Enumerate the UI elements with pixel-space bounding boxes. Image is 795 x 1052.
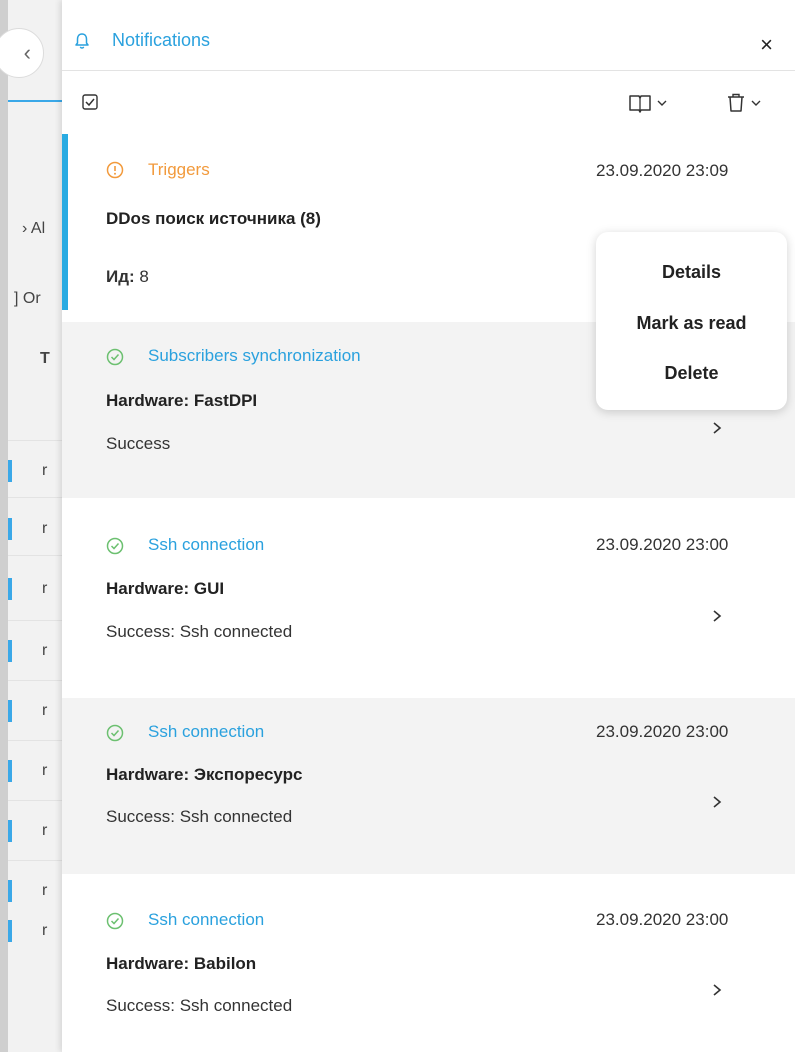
details-menu-item[interactable]: Details [596,262,787,283]
notification-category: Ssh connection [148,722,265,741]
background-row-text: r [42,462,48,479]
close-button[interactable]: × [760,34,773,56]
panel-header: Notifications × [62,0,795,72]
notification-title: Hardware: GUI [106,579,225,598]
delete-menu-button[interactable] [726,92,770,114]
notification-id: Ид: 8 [106,267,149,287]
back-button[interactable]: ‹ [0,28,44,78]
background-row-divider [8,680,62,681]
notifications-panel: Notifications × Triggers 23.09.2020 23:0… [62,0,795,1052]
background-row-text: r [42,882,48,899]
notification-item[interactable]: Ssh connection 23.09.2020 23:00 Hardware… [62,874,795,1052]
notification-category: Ssh connection [148,535,265,554]
book-icon [629,95,651,113]
notification-description: Success: Ssh connected [106,622,293,641]
selected-indicator [62,134,68,310]
check-circle-icon [106,912,124,930]
check-circle-icon [106,348,124,366]
check-circle-icon [106,724,124,742]
background-row-text: r [42,520,48,537]
notification-timestamp: 23.09.2020 23:00 [596,535,729,554]
background-row-marker [8,920,12,942]
background-text-fragment: › Al [22,220,46,237]
background-row-divider [8,440,62,441]
background-row-text: r [42,922,48,939]
background-row-divider [8,620,62,621]
background-row-text: r [42,762,48,779]
background-row-marker [8,518,12,540]
background-row-text: r [42,702,48,719]
background-app: ‹ › Al ] Or T r r r r r r r r r [0,0,62,1052]
background-row-marker [8,640,12,662]
notification-timestamp: 23.09.2020 23:00 [596,910,729,929]
background-row-divider [8,740,62,741]
id-value: 8 [139,267,149,286]
background-column-header: T [40,350,50,367]
background-row-text: r [42,642,48,659]
notification-item[interactable]: Ssh connection 23.09.2020 23:00 Hardware… [62,698,795,874]
panel-title: Notifications [112,30,211,50]
notification-timestamp: 23.09.2020 23:00 [596,722,729,741]
background-text-fragment: ] Or [14,290,41,307]
background-sidebar-strip [0,0,8,1052]
background-row-marker [8,700,12,722]
notification-description: Success: Ssh connected [106,807,293,826]
chevron-right-icon[interactable] [710,794,724,810]
notifications-toolbar [62,72,795,134]
warning-circle-icon [106,161,124,179]
notification-description: Success: Ssh connected [106,996,293,1015]
background-row-divider [8,800,62,801]
chevron-left-icon: ‹ [23,40,31,65]
notification-category: Triggers [148,160,210,179]
trash-icon [728,93,744,112]
background-row-text: r [42,580,48,597]
background-row-marker [8,880,12,902]
background-row-divider [8,860,62,861]
delete-menu-item[interactable]: Delete [596,363,787,384]
background-row-text: r [42,822,48,839]
chevron-right-icon[interactable] [710,608,724,624]
notification-category: Ssh connection [148,910,265,929]
notification-title: Hardware: Babilon [106,954,257,973]
notification-title: Hardware: Экспоресурс [106,765,303,784]
background-row-marker [8,578,12,600]
notification-category: Subscribers synchronization [148,346,361,365]
notification-description: Success [106,434,171,453]
check-circle-icon [106,537,124,555]
background-row-marker [8,760,12,782]
chevron-right-icon[interactable] [710,982,724,998]
background-row-divider [8,497,62,498]
notification-context-menu: Details Mark as read Delete [596,232,787,410]
background-row-divider [8,555,62,556]
notification-title: Hardware: FastDPI [106,391,258,410]
mark-read-menu-button[interactable] [628,92,678,114]
screen: ‹ › Al ] Or T r r r r r r r r r Notifica… [0,0,795,1052]
active-tab-indicator [8,100,62,102]
chevron-down-icon [657,100,667,106]
chevron-right-icon[interactable] [710,420,724,436]
notification-title: DDos поиск источника (8) [106,209,321,228]
checkbox-icon[interactable] [82,94,98,110]
notification-item[interactable]: Ssh connection 23.09.2020 23:00 Hardware… [62,498,795,698]
bell-icon [75,33,89,49]
header-divider [62,70,795,71]
background-row-marker [8,820,12,842]
chevron-down-icon [751,100,761,106]
id-label: Ид: [106,267,135,286]
notification-timestamp: 23.09.2020 23:09 [596,161,729,180]
mark-as-read-menu-item[interactable]: Mark as read [596,313,787,334]
background-row-marker [8,460,12,482]
